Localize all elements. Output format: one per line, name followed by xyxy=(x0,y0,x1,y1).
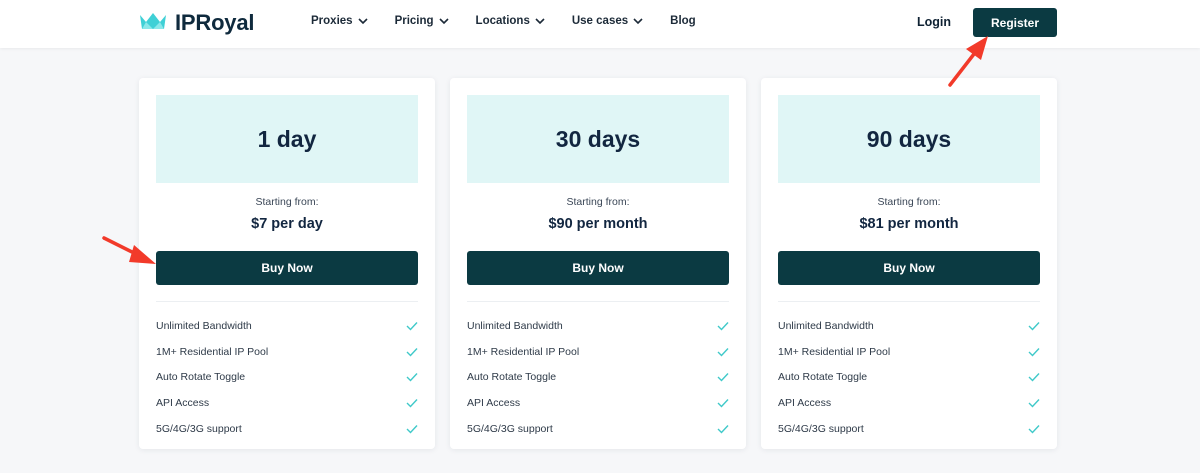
feature-list: Unlimited Bandwidth 1M+ Residential IP P… xyxy=(156,313,418,442)
starting-from-label: Starting from: xyxy=(877,196,941,208)
nav-item-use-cases[interactable]: Use cases xyxy=(572,15,643,27)
feature-item: Unlimited Bandwidth xyxy=(467,313,729,339)
check-icon xyxy=(1028,347,1040,357)
feature-label: Unlimited Bandwidth xyxy=(156,319,252,332)
crown-icon xyxy=(139,12,167,35)
feature-label: 5G/4G/3G support xyxy=(778,423,864,436)
buy-now-button[interactable]: Buy Now xyxy=(467,251,729,285)
feature-item: 5G/4G/3G support xyxy=(156,416,418,442)
nav-item-locations[interactable]: Locations xyxy=(476,15,545,27)
feature-item: API Access xyxy=(778,390,1040,416)
check-icon xyxy=(1028,398,1040,408)
nav-item-label: Pricing xyxy=(394,15,434,27)
check-icon xyxy=(406,398,418,408)
feature-item: API Access xyxy=(156,390,418,416)
nav-item-label: Blog xyxy=(670,15,696,27)
feature-list: Unlimited Bandwidth 1M+ Residential IP P… xyxy=(467,313,729,442)
chevron-down-icon xyxy=(438,17,449,24)
starting-from-label: Starting from: xyxy=(566,196,630,208)
feature-label: Unlimited Bandwidth xyxy=(778,319,874,332)
main-nav: Proxies Pricing Locations Use cases Blog xyxy=(311,15,723,27)
buy-now-button[interactable]: Buy Now xyxy=(778,251,1040,285)
feature-label: 1M+ Residential IP Pool xyxy=(156,345,269,358)
plan-card-30-days: 30 days Starting from: $90 per month Buy… xyxy=(450,78,746,449)
feature-item: 1M+ Residential IP Pool xyxy=(467,339,729,365)
nav-item-proxies[interactable]: Proxies xyxy=(311,15,368,27)
check-icon xyxy=(1028,321,1040,331)
red-arrow-icon xyxy=(948,36,988,87)
check-icon xyxy=(717,398,729,408)
chevron-down-icon xyxy=(633,17,643,24)
feature-label: API Access xyxy=(467,397,521,410)
feature-item: 1M+ Residential IP Pool xyxy=(156,339,418,365)
plan-title-box: 30 days xyxy=(467,95,729,183)
site-header: IPRoyal Proxies Pricing Locations Use ca… xyxy=(0,0,1200,48)
feature-item: Auto Rotate Toggle xyxy=(778,365,1040,391)
plan-card-1-day: 1 day Starting from: $7 per day Buy Now … xyxy=(139,78,435,449)
feature-label: Auto Rotate Toggle xyxy=(467,371,557,384)
check-icon xyxy=(406,321,418,331)
check-icon xyxy=(406,347,418,357)
check-icon xyxy=(717,321,729,331)
feature-label: 1M+ Residential IP Pool xyxy=(778,345,891,358)
logo[interactable]: IPRoyal xyxy=(139,10,254,36)
plan-title: 1 day xyxy=(257,125,317,152)
logo-text: IPRoyal xyxy=(175,10,255,35)
feature-item: API Access xyxy=(467,390,729,416)
check-icon xyxy=(1028,372,1040,382)
feature-label: API Access xyxy=(778,397,832,410)
feature-item: Auto Rotate Toggle xyxy=(156,365,418,391)
feature-item: Unlimited Bandwidth xyxy=(156,313,418,339)
nav-item-label: Proxies xyxy=(311,15,353,27)
divider xyxy=(467,301,729,302)
plan-title-box: 90 days xyxy=(778,95,1040,183)
buy-now-button[interactable]: Buy Now xyxy=(156,251,418,285)
check-icon xyxy=(717,347,729,357)
starting-from-label: Starting from: xyxy=(255,196,319,208)
nav-item-label: Use cases xyxy=(571,15,629,27)
divider xyxy=(778,301,1040,302)
plan-title: 30 days xyxy=(555,125,641,152)
feature-label: Auto Rotate Toggle xyxy=(156,371,246,384)
feature-label: API Access xyxy=(156,397,210,410)
login-link[interactable]: Login xyxy=(917,15,951,29)
feature-label: 1M+ Residential IP Pool xyxy=(467,345,580,358)
feature-label: Unlimited Bandwidth xyxy=(467,319,563,332)
feature-label: 5G/4G/3G support xyxy=(156,423,242,436)
nav-item-blog[interactable]: Blog xyxy=(670,15,696,27)
nav-item-label: Locations xyxy=(475,15,530,27)
feature-item: 5G/4G/3G support xyxy=(467,416,729,442)
divider xyxy=(156,301,418,302)
plan-title: 90 days xyxy=(866,125,952,152)
feature-item: 1M+ Residential IP Pool xyxy=(778,339,1040,365)
nav-item-pricing[interactable]: Pricing xyxy=(395,15,449,27)
red-arrow-icon xyxy=(102,236,156,264)
check-icon xyxy=(717,372,729,382)
check-icon xyxy=(1028,424,1040,434)
plan-price: $81 per month xyxy=(859,216,959,232)
plan-title-box: 1 day xyxy=(156,95,418,183)
check-icon xyxy=(406,372,418,382)
feature-label: Auto Rotate Toggle xyxy=(778,371,868,384)
feature-item: 5G/4G/3G support xyxy=(778,416,1040,442)
feature-label: 5G/4G/3G support xyxy=(467,423,553,436)
chevron-down-icon xyxy=(357,17,368,24)
check-icon xyxy=(406,424,418,434)
plan-card-90-days: 90 days Starting from: $81 per month Buy… xyxy=(761,78,1057,449)
plan-price: $7 per day xyxy=(251,216,323,232)
plan-price: $90 per month xyxy=(548,216,648,232)
feature-list: Unlimited Bandwidth 1M+ Residential IP P… xyxy=(778,313,1040,442)
feature-item: Unlimited Bandwidth xyxy=(778,313,1040,339)
chevron-down-icon xyxy=(535,17,545,24)
check-icon xyxy=(717,424,729,434)
feature-item: Auto Rotate Toggle xyxy=(467,365,729,391)
